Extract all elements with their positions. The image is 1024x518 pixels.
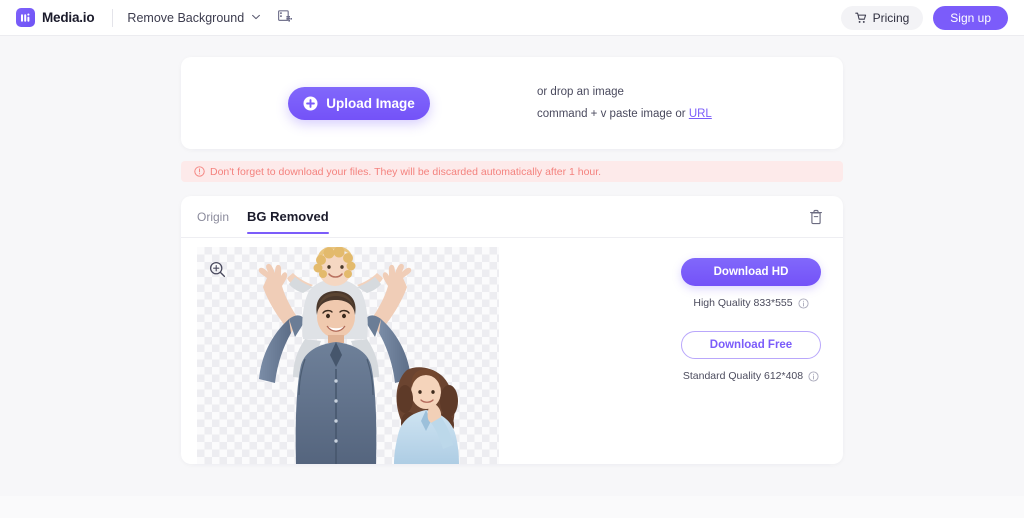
tab-origin-label: Origin <box>197 209 230 224</box>
download-free-button[interactable]: Download Free <box>681 331 821 359</box>
header-divider <box>112 8 114 27</box>
signup-button[interactable]: Sign up <box>933 5 1008 30</box>
result-body: Download HD High Quality 833*555 Downloa… <box>181 238 843 464</box>
chevron-down-icon <box>251 12 261 21</box>
tab-bg-removed-label: BG Removed <box>247 209 329 224</box>
free-quality-text: Standard Quality 612*408 <box>682 370 804 382</box>
cart-icon <box>854 12 867 24</box>
hd-quality-row: High Quality 833*555 <box>693 297 809 309</box>
result-card: Origin BG Removed Download HD High Quali… <box>181 196 843 464</box>
url-link[interactable]: URL <box>689 108 712 120</box>
paste-hint-text: command + v paste image or <box>537 108 689 120</box>
image-edit-icon[interactable] <box>278 10 294 25</box>
plus-circle-icon <box>303 96 318 111</box>
upload-button-wrap: Upload Image <box>181 86 537 120</box>
download-hd-button[interactable]: Download HD <box>681 258 821 286</box>
drop-instructions: or drop an image command + v paste image… <box>537 86 712 120</box>
page-bottom-strip <box>0 496 1024 518</box>
pricing-label: Pricing <box>872 10 910 25</box>
pricing-button[interactable]: Pricing <box>840 5 924 30</box>
download-hd-label: Download HD <box>713 266 789 278</box>
header-actions: Pricing Sign up <box>840 5 1024 30</box>
app-page: Media.io Remove Background Pricing Sign … <box>0 0 1024 518</box>
info-icon[interactable] <box>808 370 819 382</box>
media-io-logo-icon <box>16 8 35 27</box>
expiry-warning-text: Don't forget to download your files. The… <box>210 165 602 178</box>
info-icon[interactable] <box>798 297 809 309</box>
tab-origin[interactable]: Origin <box>197 196 229 238</box>
top-header: Media.io Remove Background Pricing Sign … <box>0 0 1024 36</box>
upload-image-button[interactable]: Upload Image <box>288 86 430 120</box>
free-quality-row: Standard Quality 612*408 <box>683 370 819 382</box>
tab-bg-removed[interactable]: BG Removed <box>247 196 329 238</box>
upload-image-label: Upload Image <box>326 95 415 111</box>
delete-image-button[interactable] <box>805 205 827 229</box>
download-free-label: Download Free <box>709 339 793 351</box>
hd-quality-text: High Quality 833*555 <box>693 297 793 309</box>
signup-label: Sign up <box>950 10 991 25</box>
download-panel: Download HD High Quality 833*555 Downloa… <box>661 258 841 382</box>
image-preview[interactable] <box>197 247 499 464</box>
brand[interactable]: Media.io <box>0 8 95 27</box>
expiry-warning-banner: Don't forget to download your files. The… <box>181 161 843 182</box>
result-tabbar: Origin BG Removed <box>181 196 843 238</box>
trash-icon <box>809 209 823 225</box>
family-photo <box>258 247 459 464</box>
zoom-in-icon[interactable] <box>209 261 226 278</box>
drop-line-2: command + v paste image or URL <box>537 108 712 120</box>
brand-name: Media.io <box>42 10 95 25</box>
alert-circle-icon <box>194 166 205 177</box>
tool-selector[interactable]: Remove Background <box>127 10 261 25</box>
drop-line-1: or drop an image <box>537 86 624 98</box>
tool-selector-label: Remove Background <box>127 10 245 25</box>
upload-card: Upload Image or drop an image command + … <box>181 57 843 149</box>
